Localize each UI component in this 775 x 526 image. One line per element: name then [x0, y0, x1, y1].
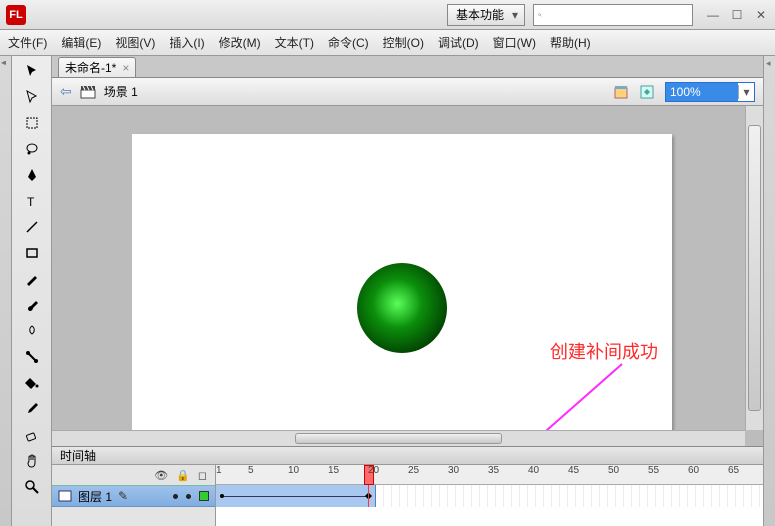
- layer-visible-dot[interactable]: [173, 494, 178, 499]
- layer-row[interactable]: 图层 1 ✎: [52, 485, 215, 507]
- ruler-tick: 35: [488, 465, 499, 476]
- ruler-tick: 55: [648, 465, 659, 476]
- free-transform-tool-icon[interactable]: [18, 112, 46, 134]
- pen-tool-icon[interactable]: [18, 164, 46, 186]
- vertical-scrollbar[interactable]: [745, 106, 763, 430]
- layer-name: 图层 1: [78, 488, 112, 505]
- ruler-tick: 30: [448, 465, 459, 476]
- menu-edit[interactable]: 编辑(E): [61, 34, 101, 51]
- ruler-tick: 5: [248, 465, 254, 476]
- timeline-layers: 👁 🔒 ◻ 图层 1 ✎: [52, 465, 216, 526]
- deco-tool-icon[interactable]: [18, 320, 46, 342]
- window-controls: — ☐ ✕: [705, 7, 769, 23]
- stage-area: 创建补间成功: [52, 106, 763, 446]
- ruler-tick: 10: [288, 465, 299, 476]
- svg-text:T: T: [27, 195, 35, 209]
- ruler-tick: 40: [528, 465, 539, 476]
- brush-tool-icon[interactable]: [18, 294, 46, 316]
- menu-commands[interactable]: 命令(C): [328, 34, 369, 51]
- menu-insert[interactable]: 插入(I): [169, 34, 204, 51]
- green-ball-shape[interactable]: [357, 263, 447, 353]
- menu-text[interactable]: 文本(T): [275, 34, 314, 51]
- ruler-tick: 45: [568, 465, 579, 476]
- minimize-button[interactable]: —: [705, 7, 721, 23]
- menu-view[interactable]: 视图(V): [115, 34, 155, 51]
- tools-panel: T: [12, 56, 52, 526]
- motion-tween-span[interactable]: [216, 485, 376, 507]
- ruler-tick: 20: [368, 465, 379, 476]
- zoom-combo[interactable]: 100% ▾: [665, 82, 755, 102]
- tab-close-icon[interactable]: ×: [122, 61, 129, 75]
- workspace-switcher[interactable]: 基本功能: [447, 4, 525, 26]
- layer-lock-dot[interactable]: [186, 494, 191, 499]
- menubar: 文件(F) 编辑(E) 视图(V) 插入(I) 修改(M) 文本(T) 命令(C…: [0, 30, 775, 56]
- ruler-tick: 25: [408, 465, 419, 476]
- paint-bucket-tool-icon[interactable]: [18, 372, 46, 394]
- menu-debug[interactable]: 调试(D): [438, 34, 479, 51]
- ruler-tick: 50: [608, 465, 619, 476]
- timeline-panel: 时间轴 👁 🔒 ◻ 图层 1 ✎: [52, 446, 763, 526]
- workspace-label: 基本功能: [456, 6, 504, 23]
- bone-tool-icon[interactable]: [18, 346, 46, 368]
- ruler-tick: 15: [328, 465, 339, 476]
- layer-active-pencil-icon: ✎: [118, 489, 128, 503]
- timeline-title[interactable]: 时间轴: [52, 447, 763, 465]
- playhead-line: [368, 485, 369, 507]
- document-tab[interactable]: 未命名-1* ×: [58, 57, 136, 77]
- text-tool-icon[interactable]: T: [18, 190, 46, 212]
- scroll-thumb[interactable]: [748, 125, 761, 410]
- subselection-tool-icon[interactable]: [18, 86, 46, 108]
- annotation-text: 创建补间成功: [550, 338, 658, 364]
- hand-tool-icon[interactable]: [18, 450, 46, 472]
- eye-column-icon[interactable]: 👁: [154, 469, 168, 482]
- search-icon: [538, 9, 542, 21]
- menu-modify[interactable]: 修改(M): [219, 34, 261, 51]
- ruler-tick: 60: [688, 465, 699, 476]
- panel-collapse-left[interactable]: [0, 56, 12, 526]
- timeline-title-label: 时间轴: [60, 447, 96, 464]
- zoom-value: 100%: [666, 83, 738, 101]
- horizontal-scrollbar[interactable]: [52, 430, 745, 446]
- eraser-tool-icon[interactable]: [18, 424, 46, 446]
- stage[interactable]: [132, 134, 672, 434]
- back-arrow-icon[interactable]: ⇦: [60, 83, 72, 100]
- layer-page-icon: [58, 490, 72, 502]
- menu-control[interactable]: 控制(O): [383, 34, 424, 51]
- document-tab-title: 未命名-1*: [65, 59, 116, 76]
- rectangle-tool-icon[interactable]: [18, 242, 46, 264]
- edit-scene-icon[interactable]: [613, 84, 631, 100]
- line-tool-icon[interactable]: [18, 216, 46, 238]
- lasso-tool-icon[interactable]: [18, 138, 46, 160]
- outline-column-icon[interactable]: ◻: [198, 469, 207, 482]
- lock-column-icon[interactable]: 🔒: [176, 469, 190, 482]
- edit-bar: ⇦ 场景 1 100% ▾: [52, 78, 763, 106]
- search-input[interactable]: [546, 9, 688, 21]
- close-button[interactable]: ✕: [753, 7, 769, 23]
- maximize-button[interactable]: ☐: [729, 7, 745, 23]
- selection-tool-icon[interactable]: [18, 60, 46, 82]
- scroll-thumb[interactable]: [295, 433, 503, 444]
- menu-help[interactable]: 帮助(H): [550, 34, 591, 51]
- menu-window[interactable]: 窗口(W): [493, 34, 536, 51]
- ruler-tick: 65: [728, 465, 739, 476]
- app-icon: FL: [6, 5, 26, 25]
- frame-ruler[interactable]: 1510152025303540455055606570: [216, 465, 763, 485]
- titlebar: FL 基本功能 — ☐ ✕: [0, 0, 775, 30]
- layer-outline-swatch[interactable]: [199, 491, 209, 501]
- eyedropper-tool-icon[interactable]: [18, 398, 46, 420]
- ruler-tick: 1: [216, 465, 222, 476]
- edit-symbols-icon[interactable]: [639, 84, 657, 100]
- pencil-tool-icon[interactable]: [18, 268, 46, 290]
- menu-file[interactable]: 文件(F): [8, 34, 47, 51]
- search-box[interactable]: [533, 4, 693, 26]
- zoom-dropdown-icon[interactable]: ▾: [738, 85, 754, 99]
- frames-row[interactable]: [216, 485, 763, 507]
- timeline-frames[interactable]: 1510152025303540455055606570: [216, 465, 763, 526]
- scene-name: 场景 1: [104, 83, 138, 100]
- scene-clapper-icon: [80, 85, 96, 99]
- zoom-tool-icon[interactable]: [18, 476, 46, 498]
- panel-collapse-right[interactable]: [763, 56, 775, 526]
- document-tabs: 未命名-1* ×: [52, 56, 763, 78]
